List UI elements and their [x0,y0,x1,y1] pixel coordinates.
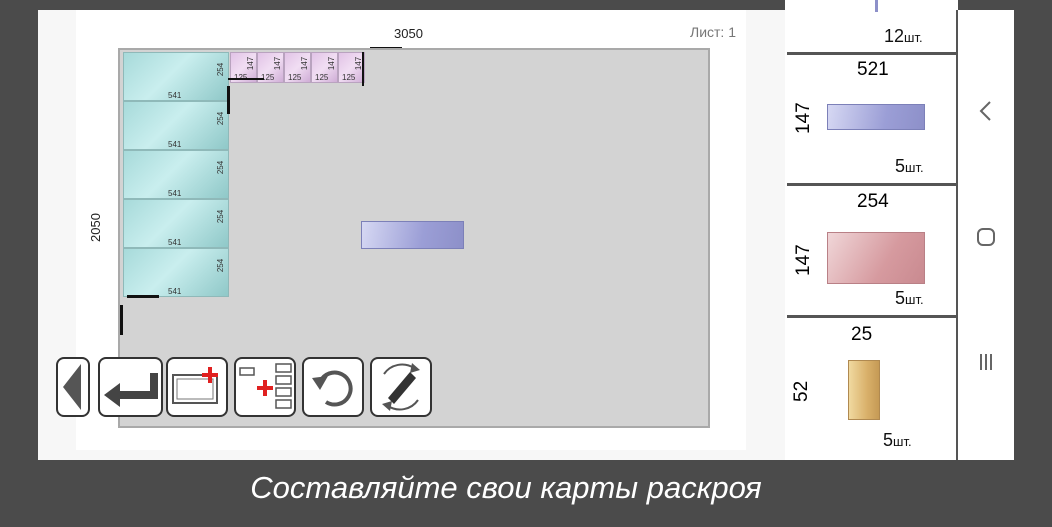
piece-width: 125 [288,73,302,82]
placed-piece[interactable]: 541 254 [123,150,229,199]
part-card[interactable]: 521 147 5шт. [787,56,956,186]
part-preview [875,0,878,12]
part-quantity: 12шт. [884,26,923,46]
edge-marker [228,78,264,80]
sheet-height-label: 2050 [88,213,103,242]
piece-height: 254 [215,209,225,224]
part-preview [848,360,880,420]
part-height: 147 [793,102,814,134]
rotate-button[interactable] [302,357,364,417]
part-quantity: 5шт. [895,288,924,308]
piece-height: 254 [215,111,225,126]
part-quantity: 5шт. [895,156,924,176]
placed-piece-small[interactable]: 125 147 [284,52,311,83]
part-card[interactable]: 25 52 5шт. [787,318,956,460]
dragged-piece[interactable] [361,221,464,249]
piece-height: 147 [272,56,282,71]
placed-piece[interactable]: 541 254 [123,101,229,150]
home-circle-icon[interactable] [975,226,997,248]
piece-height: 147 [299,56,309,71]
piece-width: 541 [168,189,182,198]
auto-arrange-icon [382,363,420,411]
return-button[interactable] [98,357,163,417]
part-height: 52 [791,380,812,402]
part-preview [827,104,925,130]
piece-width: 125 [342,73,356,82]
sheet-width-label: 3050 [394,26,423,41]
piece-height: 254 [215,258,225,273]
edge-marker [120,305,123,335]
part-quantity: 5шт. [883,430,912,450]
back-return-icon [103,373,158,407]
rotate-icon [312,370,353,407]
back-chevron-icon[interactable] [978,100,994,122]
add-sheet-button[interactable] [166,357,228,417]
piece-width: 541 [168,91,182,100]
prev-arrow-icon [63,364,81,410]
part-height: 147 [793,244,814,276]
piece-height: 254 [215,160,225,175]
add-parts-list-icon [239,363,292,409]
part-width: 25 [851,324,873,345]
sheet-counter: Лист: 1 [690,24,736,40]
piece-height: 147 [326,56,336,71]
piece-height: 254 [215,62,225,77]
add-parts-button[interactable] [234,357,296,417]
edge-marker [362,52,364,86]
parts-panel[interactable]: 12шт. 521 147 5шт. 254 147 5шт. 25 52 5ш… [785,0,958,460]
piece-width: 541 [168,287,182,296]
placed-piece[interactable]: 541 254 [123,199,229,248]
placed-piece[interactable]: 541 254 [123,52,229,101]
edge-marker [227,86,230,114]
placed-piece-small[interactable]: 125 147 [338,52,365,83]
piece-width: 541 [168,238,182,247]
prev-button[interactable] [56,357,90,417]
system-navigation-bar [958,10,1014,460]
part-card[interactable]: 254 147 5шт. [787,186,956,318]
piece-width: 125 [315,73,329,82]
part-card[interactable]: 12шт. [787,0,956,55]
auto-arrange-button[interactable] [370,357,432,417]
edge-marker [127,295,159,298]
placed-piece-small[interactable]: 125 147 [311,52,338,83]
placed-piece[interactable]: 541 254 [123,248,229,297]
piece-height: 147 [245,56,255,71]
part-preview [827,232,925,284]
recents-lines-icon[interactable] [978,352,994,372]
piece-width: 541 [168,140,182,149]
part-width: 521 [857,59,889,80]
part-width: 254 [857,191,889,212]
add-sheet-icon [172,367,218,404]
cutting-workspace: 3050 Лист: 1 2050 541 254 541 254 541 25… [38,10,786,460]
promo-caption: Составляйте свои карты раскроя [250,470,762,505]
